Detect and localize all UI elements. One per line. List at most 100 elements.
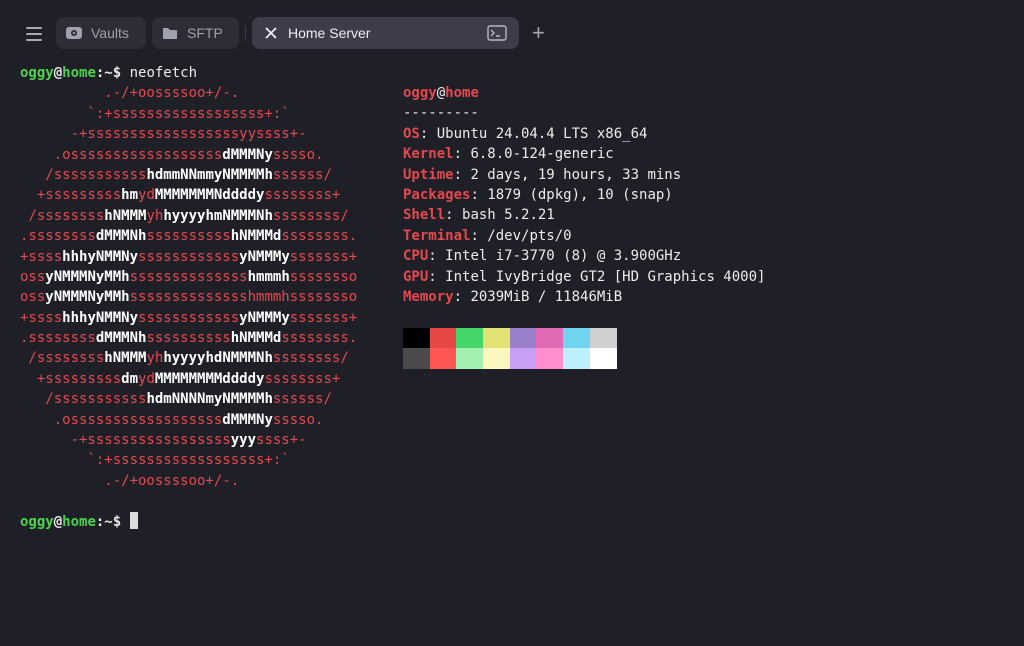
info-row: Kernel: 6.8.0-124-generic xyxy=(403,144,765,164)
logo-segment: ssssssss+ xyxy=(264,370,341,387)
prompt-host: home xyxy=(62,513,96,530)
color-swatch xyxy=(563,348,590,369)
logo-segment: dMMMNh xyxy=(95,330,147,347)
logo-segment: /ssssssss xyxy=(20,350,105,367)
info-separator: --------- xyxy=(403,105,479,122)
prompt-at: @ xyxy=(53,513,63,530)
tab-vaults-label: Vaults xyxy=(91,25,129,41)
logo-segment: yh xyxy=(146,350,164,367)
logo-segment: .-/+oossssoo+/-. xyxy=(20,472,240,489)
logo-segment: MMMMMMMMddddy xyxy=(154,370,265,387)
text-cursor xyxy=(129,511,138,529)
info-key: CPU xyxy=(403,248,429,265)
color-swatch xyxy=(456,348,484,369)
logo-segment: dMMMNh xyxy=(95,228,147,245)
info-at: @ xyxy=(436,85,446,101)
folder-icon xyxy=(161,24,179,42)
logo-line: +sssshhhyNMMNyssssssssssssyNMMMysssssss+ xyxy=(20,308,1020,328)
info-key: Kernel xyxy=(403,146,454,163)
info-value: Ubuntu 24.04.4 LTS x86_64 xyxy=(436,125,648,142)
logo-segment: hhhyNMMNy xyxy=(62,248,139,265)
tab-sftp[interactable]: SFTP xyxy=(152,17,239,49)
info-row: OS: Ubuntu 24.04.4 LTS x86_64 xyxy=(403,124,765,144)
info-colon: : xyxy=(419,125,437,142)
palette-normal-row xyxy=(403,328,617,349)
logo-segment: yyy xyxy=(230,432,257,449)
palette-bright-row xyxy=(403,348,617,369)
info-key: GPU xyxy=(403,268,429,285)
info-title: oggy@home xyxy=(403,83,765,103)
tab-home-server[interactable]: Home Server xyxy=(252,17,519,49)
color-swatch xyxy=(509,328,537,349)
color-swatch xyxy=(536,348,564,369)
logo-segment: ssssssss/ xyxy=(272,350,349,367)
terminal-icon xyxy=(487,25,507,41)
terminal-window: Vaults SFTP Home Server + oggy@home:~$ n… xyxy=(6,6,1024,646)
info-colon: : xyxy=(470,227,488,244)
color-swatch xyxy=(429,328,457,349)
logo-segment: hm xyxy=(121,187,139,204)
info-key: Terminal xyxy=(403,227,471,244)
logo-segment: +sssssssss xyxy=(20,187,122,204)
info-key: Memory xyxy=(403,288,454,305)
info-colon: : xyxy=(453,146,471,163)
logo-segment: ssssss/ xyxy=(272,391,332,408)
logo-segment: .-/+oossssoo+/-. xyxy=(20,85,240,102)
color-swatch xyxy=(536,328,564,349)
logo-segment: MMMMMMMNddddy xyxy=(154,187,265,204)
info-row: Uptime: 2 days, 19 hours, 33 mins xyxy=(403,165,765,185)
logo-segment: sssssss+ xyxy=(289,248,358,265)
logo-segment: ssssss/ xyxy=(272,166,332,183)
color-swatch xyxy=(483,328,510,349)
info-row: CPU: Intel i7-3770 (8) @ 3.900GHz xyxy=(403,246,765,266)
logo-segment: hyyyyhmNMMMNh xyxy=(163,207,273,224)
info-row: Shell: bash 5.2.21 xyxy=(403,205,765,225)
tab-vaults[interactable]: Vaults xyxy=(56,17,146,49)
color-swatch xyxy=(509,348,537,369)
logo-segment: ssssssssss xyxy=(146,330,231,347)
close-icon[interactable] xyxy=(262,24,280,42)
color-swatch xyxy=(589,328,617,349)
logo-segment: +ssss xyxy=(20,248,63,265)
info-value: 6.8.0-124-generic xyxy=(470,146,614,163)
logo-segment: ssssssss+ xyxy=(264,187,341,204)
logo-segment: hdmmNNmmyNMMMMh xyxy=(146,166,273,183)
logo-segment: /sssssssssss xyxy=(20,391,147,408)
logo-segment: /ssssssss xyxy=(20,207,105,224)
logo-line: +sssssssssdmydMMMMMMMMddddyssssssss+ xyxy=(20,369,1020,389)
logo-line: -+sssssssssssssssssyyyssss+- xyxy=(20,430,1020,450)
menu-icon[interactable] xyxy=(26,27,42,41)
info-key: OS xyxy=(403,125,420,142)
logo-segment: oss xyxy=(20,289,46,306)
tab-divider xyxy=(245,25,246,41)
prompt-user: oggy xyxy=(20,65,54,81)
info-key: Shell xyxy=(403,207,446,224)
logo-line: .-/+oossssoo+/-. xyxy=(20,471,1020,491)
tab-bar: Vaults SFTP Home Server + xyxy=(6,6,1024,56)
logo-segment: .ossssssssssssssssss xyxy=(20,411,223,428)
logo-segment: dm xyxy=(121,370,139,387)
logo-segment: sssssss+ xyxy=(289,309,358,326)
logo-line: .ossssssssssssssssssdMMMNysssso. xyxy=(20,410,1020,430)
prompt-line[interactable]: oggy@home:~$ xyxy=(20,511,1020,532)
logo-segment: ssssssss. xyxy=(281,228,358,245)
color-palette xyxy=(403,328,617,369)
logo-segment: `:+ssssssssssssssssss+:` xyxy=(20,105,290,122)
logo-segment: hNMMMd xyxy=(230,330,282,347)
logo-segment: yNMMMNyMMh xyxy=(45,289,130,306)
vault-icon xyxy=(65,24,83,42)
logo-line: /ssssssssssshdmNNNNmyNMMMMhssssss/ xyxy=(20,389,1020,409)
logo-segment: +sssssssss xyxy=(20,370,122,387)
color-swatch xyxy=(563,328,590,349)
logo-segment: yd xyxy=(138,370,155,387)
logo-segment: ssssssss/ xyxy=(272,207,349,224)
new-tab-button[interactable]: + xyxy=(532,22,545,44)
info-colon: : xyxy=(428,248,446,265)
info-user: oggy xyxy=(403,85,437,101)
logo-segment: +ssss xyxy=(20,309,63,326)
info-value: Intel IvyBridge GT2 [HD Graphics 4000] xyxy=(445,268,766,285)
logo-segment: sssso. xyxy=(272,411,324,428)
logo-segment: ssss+- xyxy=(256,432,307,449)
logo-segment: hNMMM xyxy=(104,207,147,224)
logo-segment: ssssssssssss xyxy=(138,309,240,326)
